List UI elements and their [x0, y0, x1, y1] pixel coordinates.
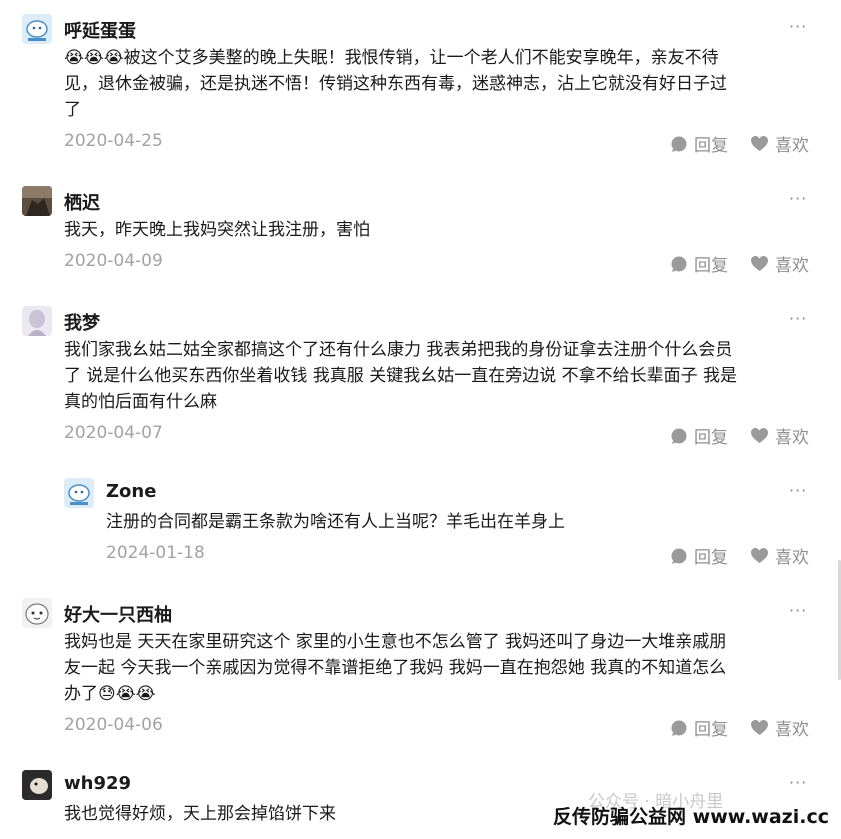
- watermark-text: 反传防骗公益网 www.wazi.cc: [553, 806, 829, 828]
- avatar[interactable]: [22, 14, 52, 44]
- heart-icon: [751, 256, 768, 271]
- reply-button[interactable]: 回复: [670, 251, 728, 276]
- comment-author[interactable]: 栖迟: [64, 189, 100, 215]
- heart-icon: [751, 548, 768, 563]
- comment-line: 我们家我幺姑二姑全家都搞这个了还有什么康力 我表弟把我的身份证拿去注册个什么会员: [64, 340, 733, 360]
- avatar[interactable]: [22, 186, 52, 216]
- more-options-icon[interactable]: ···: [789, 481, 807, 500]
- avatar[interactable]: [64, 478, 94, 508]
- comment-line: 真的怕后面有什么麻: [64, 392, 217, 412]
- reply-label: 回复: [694, 256, 728, 276]
- heart-icon: [751, 136, 768, 151]
- like-label: 喜欢: [775, 428, 809, 448]
- like-button[interactable]: 喜欢: [750, 251, 809, 276]
- comment-date: 2024-01-18: [106, 543, 205, 563]
- like-button[interactable]: 喜欢: [750, 543, 809, 568]
- comment-author[interactable]: Zone: [106, 481, 156, 502]
- reply-icon: [671, 720, 687, 736]
- like-label: 喜欢: [775, 548, 809, 568]
- reply-label: 回复: [694, 720, 728, 740]
- avatar[interactable]: [22, 770, 52, 800]
- like-button[interactable]: 喜欢: [750, 131, 809, 156]
- comment-text: 注册的合同都是霸王条款为啥还有人上当呢？羊毛出在羊身上: [106, 509, 806, 535]
- reply-button[interactable]: 回复: [670, 131, 728, 156]
- comment-line: 我天，昨天晚上我妈突然让我注册，害怕: [64, 220, 370, 240]
- more-options-icon[interactable]: ···: [789, 17, 807, 36]
- more-options-icon[interactable]: ···: [789, 601, 807, 620]
- reply-button[interactable]: 回复: [670, 423, 728, 448]
- more-options-icon[interactable]: ···: [789, 309, 807, 328]
- reply-label: 回复: [694, 548, 728, 568]
- comment-date: 2020-04-06: [64, 715, 163, 735]
- like-button[interactable]: 喜欢: [750, 715, 809, 740]
- comment-author[interactable]: wh929: [64, 773, 131, 794]
- reply-icon: [671, 136, 687, 152]
- reply-button[interactable]: 回复: [670, 543, 728, 568]
- like-label: 喜欢: [775, 256, 809, 276]
- comment-text: 我们家我幺姑二姑全家都搞这个了还有什么康力 我表弟把我的身份证拿去注册个什么会员…: [64, 337, 809, 415]
- comment-author[interactable]: 好大一只西柚: [64, 601, 172, 627]
- heart-icon: [751, 428, 768, 443]
- comment-line: 了: [64, 100, 81, 120]
- like-label: 喜欢: [775, 720, 809, 740]
- comment-text: 😭😭😭被这个艾多美整的晚上失眠！我恨传销，让一个老人们不能安享晚年，亲友不待 见…: [64, 45, 809, 123]
- heart-icon: [751, 720, 768, 735]
- comment-line: 友一起 今天我一个亲戚因为觉得不靠谱拒绝了我妈 我妈一直在抱怨她 我真的不知道怎…: [64, 658, 727, 678]
- comment-line: 见，退休金被骗，还是执迷不悟！传销这种东西有毒，迷惑神志，沾上它就没有好日子过: [64, 74, 727, 94]
- comment-line: 我妈也是 天天在家里研究这个 家里的小生意也不怎么管了 我妈还叫了身边一大堆亲戚…: [64, 632, 727, 652]
- reply-icon: [671, 548, 687, 564]
- reply-icon: [671, 256, 687, 272]
- comment-line: 办了😓😭😭: [64, 684, 156, 704]
- comment-date: 2020-04-07: [64, 423, 163, 443]
- like-button[interactable]: 喜欢: [750, 423, 809, 448]
- more-options-icon[interactable]: ···: [789, 189, 807, 208]
- comment-line: 注册的合同都是霸王条款为啥还有人上当呢？羊毛出在羊身上: [106, 512, 565, 532]
- comment-date: 2020-04-09: [64, 251, 163, 271]
- avatar[interactable]: [22, 306, 52, 336]
- comment-author[interactable]: 呼延蛋蛋: [64, 17, 136, 43]
- more-options-icon[interactable]: ···: [789, 773, 807, 792]
- comment-line: 😭😭😭被这个艾多美整的晚上失眠！我恨传销，让一个老人们不能安享晚年，亲友不待: [64, 48, 719, 68]
- comment-author[interactable]: 我梦: [64, 309, 100, 335]
- like-label: 喜欢: [775, 136, 809, 156]
- reply-button[interactable]: 回复: [670, 715, 728, 740]
- comment-line: 了 说是什么他买东西你坐着收钱 我真服 关键我幺姑一直在旁边说 不拿不给长辈面子…: [64, 366, 738, 386]
- comment-text: 我妈也是 天天在家里研究这个 家里的小生意也不怎么管了 我妈还叫了身边一大堆亲戚…: [64, 629, 809, 707]
- reply-label: 回复: [694, 136, 728, 156]
- avatar[interactable]: [22, 598, 52, 628]
- reply-icon: [671, 428, 687, 444]
- comment-date: 2020-04-25: [64, 131, 163, 151]
- comment-text: 我天，昨天晚上我妈突然让我注册，害怕: [64, 217, 809, 243]
- reply-label: 回复: [694, 428, 728, 448]
